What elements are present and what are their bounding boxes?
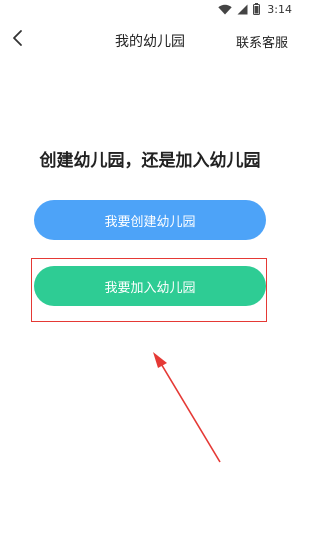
contact-support-link[interactable]: 联系客服 — [236, 32, 288, 51]
choice-prompt: 创建幼儿园，还是加入幼儿园 — [39, 151, 261, 171]
status-bar: 3:14 — [0, 0, 300, 18]
screen: 3:14 我的幼儿园 联系客服 创建幼儿园，还是加入幼儿园 我要创建幼儿园 我要… — [0, 0, 300, 533]
status-time: 3:14 — [267, 2, 292, 16]
create-kindergarten-button[interactable]: 我要创建幼儿园 — [34, 200, 266, 240]
battery-icon — [253, 3, 261, 15]
join-kindergarten-button[interactable]: 我要加入幼儿园 — [34, 266, 266, 306]
wifi-icon — [218, 4, 232, 15]
app-header: 我的幼儿园 联系客服 — [0, 22, 300, 58]
cell-signal-icon — [237, 4, 248, 15]
